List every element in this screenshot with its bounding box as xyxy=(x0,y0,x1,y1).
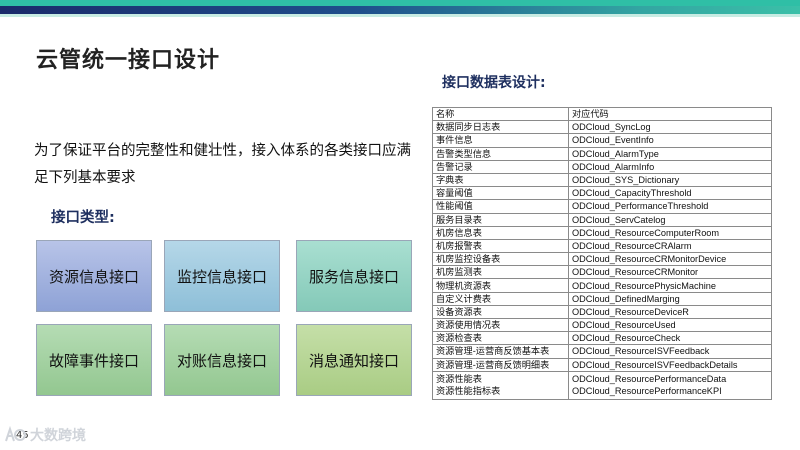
table-cell-name: 机房报警表 xyxy=(432,238,569,254)
table-cell-code: ODCloud_SYS_Dictionary xyxy=(568,172,772,188)
tile-label: 资源信息接口 xyxy=(48,267,139,286)
table-row: 性能阈值 ODCloud_PerformanceThreshold xyxy=(432,199,772,214)
table-row: 告警类型信息 ODCloud_AlarmType xyxy=(432,146,772,161)
table-cell-code: ODCloud_ResourceISVFeedback xyxy=(568,344,772,359)
table-row: 机房监测表 ODCloud_ResourceCRMonitor xyxy=(432,265,772,280)
tile-resource-info: 资源信息接口 xyxy=(36,240,152,312)
column-header: 名称 xyxy=(432,106,569,122)
table-cell-code: ODCloud_SyncLog xyxy=(568,120,772,135)
table-cell-line: ODCloud_ResourcePerformanceKPI xyxy=(572,386,722,397)
table-row: 机房信息表 ODCloud_ResourceComputerRoom xyxy=(432,225,772,240)
table-cell-code: ODCloud_PerformanceThreshold xyxy=(568,199,772,214)
table-row: 容量阈值 ODCloud_CapacityThreshold xyxy=(432,186,772,201)
logo-icon xyxy=(5,426,26,442)
table-row: 机房报警表 ODCloud_ResourceCRAlarm xyxy=(432,238,772,254)
tile-label: 服务信息接口 xyxy=(308,267,399,286)
interface-data-table: 名称 对应代码 数据同步日志表 ODCloud_SyncLog 事件信息 ODClou… xyxy=(432,106,772,400)
banner-gradient xyxy=(0,6,800,14)
table-cell-code: ODCloud_ResourceDeviceR xyxy=(568,304,772,320)
table-cell-code: ODCloud_AlarmType xyxy=(568,146,772,161)
intro-text: 为了保证平台的完整性和健壮性，接入体系的各类接口应满足下列基本要求 xyxy=(34,143,411,186)
table-row: 资源检查表 ODCloud_ResourceCheck xyxy=(432,331,772,346)
table-cell-name: 机房信息表 xyxy=(432,225,569,240)
table-cell-code: ODCloud_DefinedMarging xyxy=(568,291,772,306)
tile-message-notify: 消息通知接口 xyxy=(296,324,412,396)
table-row: 自定义计费表 ODCloud_DefinedMarging xyxy=(432,291,772,306)
tile-label: 对账信息接口 xyxy=(176,351,267,370)
table-row: 字典表 ODCloud_SYS_Dictionary xyxy=(432,172,772,188)
table-cell-name: 自定义计费表 xyxy=(432,291,569,306)
table-cell-name: 资源检查表 xyxy=(432,331,569,346)
table-row: 服务目录表 ODCloud_ServCatelog xyxy=(432,212,772,227)
table-row: 数据同步日志表 ODCloud_SyncLog xyxy=(432,120,772,135)
tile-label: 故障事件接口 xyxy=(48,351,139,370)
table-cell-name: 资源性能表 资源性能指标表 xyxy=(432,370,569,400)
table-cell-name: 字典表 xyxy=(432,172,569,188)
tile-reconciliation-info: 对账信息接口 xyxy=(164,324,280,396)
top-banner xyxy=(0,0,800,40)
table-cell-code: ODCloud_CapacityThreshold xyxy=(568,186,772,201)
table-cell-code: ODCloud_ResourcePerformanceData ODCloud_R… xyxy=(568,370,772,400)
column-header: 对应代码 xyxy=(568,106,772,122)
slide-title: 云管统一接口设计 xyxy=(36,48,221,73)
table-cell-name: 事件信息 xyxy=(432,133,569,148)
table-cell-name: 机房监控设备表 xyxy=(432,252,569,267)
tile-service-info: 服务信息接口 xyxy=(296,240,412,312)
table-row: 设备资源表 ODCloud_ResourceDeviceR xyxy=(432,304,772,320)
table-cell-code: ODCloud_ResourcePhysicMachine xyxy=(568,278,772,293)
table-row: 资源使用情况表 ODCloud_ResourceUsed xyxy=(432,317,772,333)
table-cell-name: 容量阈值 xyxy=(432,186,569,201)
table-row: 告警记录 ODCloud_AlarmInfo xyxy=(432,159,772,174)
table-row: 资源管理-运营商反馈明细表 ODCloud_ResourceISVFeedback… xyxy=(432,357,772,372)
table-cell-name: 物理机资源表 xyxy=(432,278,569,293)
table-cell-code: ODCloud_ResourceCheck xyxy=(568,331,772,346)
table-cell-code: ODCloud_EventInfo xyxy=(568,133,772,148)
table-cell-name: 机房监测表 xyxy=(432,265,569,280)
tile-monitor-info: 监控信息接口 xyxy=(164,240,280,312)
table-cell-line: ODCloud_ResourcePerformanceData xyxy=(572,374,727,385)
table-cell-name: 资源管理-运营商反馈明细表 xyxy=(432,357,569,372)
table-cell-name: 资源使用情况表 xyxy=(432,317,569,333)
table-row: 事件信息 ODCloud_EventInfo xyxy=(432,133,772,148)
table-cell-code: ODCloud_ResourceUsed xyxy=(568,317,772,333)
table-cell-line: 资源性能表 xyxy=(436,374,482,385)
table-header-row: 名称 对应代码 xyxy=(432,106,772,122)
table-cell-code: ODCloud_ResourceCRMonitorDevice xyxy=(568,252,772,267)
table-cell-code: ODCloud_ResourceCRMonitor xyxy=(568,265,772,280)
table-cell-name: 告警类型信息 xyxy=(432,146,569,161)
watermark-text: 大数跨境 xyxy=(30,428,86,444)
tile-fault-event: 故障事件接口 xyxy=(36,324,152,396)
table-cell-code: ODCloud_ResourceISVFeedbackDetails xyxy=(568,357,772,372)
banner-line xyxy=(0,14,800,17)
table-cell-name: 告警记录 xyxy=(432,159,569,174)
table-cell-code: ODCloud_ResourceCRAlarm xyxy=(568,238,772,254)
table-cell-name: 设备资源表 xyxy=(432,304,569,320)
interface-types-heading: 接口类型: xyxy=(51,210,115,226)
table-cell-line: 资源性能指标表 xyxy=(436,386,501,397)
tile-label: 监控信息接口 xyxy=(176,267,267,286)
table-cell-code: ODCloud_ServCatelog xyxy=(568,212,772,227)
table-cell-name: 性能阈值 xyxy=(432,199,569,214)
table-cell-name: 资源管理-运营商反馈基本表 xyxy=(432,344,569,359)
watermark: 大数跨境 xyxy=(4,425,86,445)
table-heading: 接口数据表设计: xyxy=(442,75,546,91)
table-row: 资源管理-运营商反馈基本表 ODCloud_ResourceISVFeedback xyxy=(432,344,772,359)
table-cell-name: 数据同步日志表 xyxy=(432,120,569,135)
table-cell-code: ODCloud_AlarmInfo xyxy=(568,159,772,174)
table-row: 物理机资源表 ODCloud_ResourcePhysicMachine xyxy=(432,278,772,293)
table-row: 机房监控设备表 ODCloud_ResourceCRMonitorDevice xyxy=(432,252,772,267)
table-cell-code: ODCloud_ResourceComputerRoom xyxy=(568,225,772,240)
tile-label: 消息通知接口 xyxy=(308,351,399,370)
table-cell-name: 服务目录表 xyxy=(432,212,569,227)
table-row: 资源性能表 资源性能指标表 ODCloud_ResourcePerformanceD… xyxy=(432,370,772,400)
